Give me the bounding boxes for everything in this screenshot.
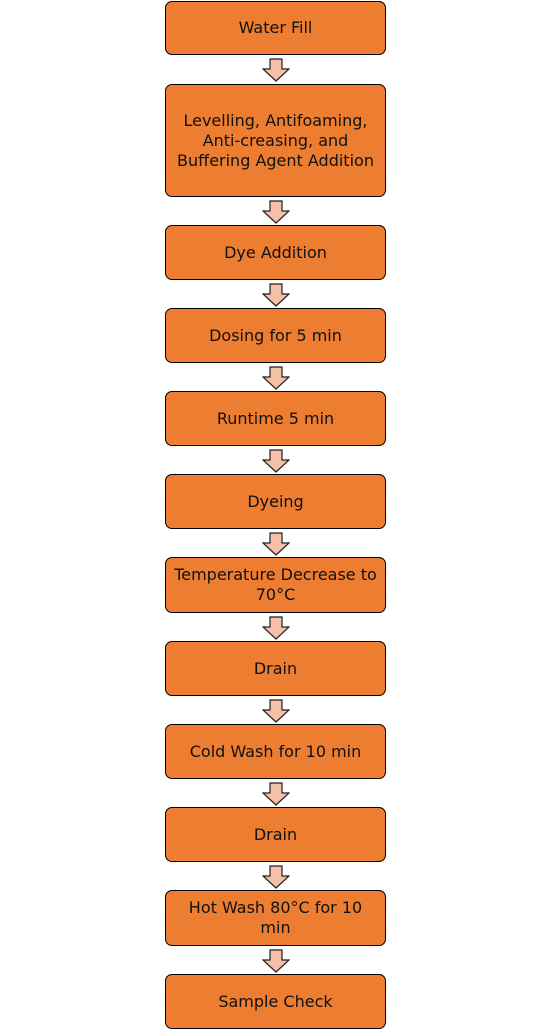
- step-box: Water Fill: [165, 1, 386, 55]
- step-box: Hot Wash 80°C for 10 min: [165, 890, 386, 946]
- down-arrow-icon: [262, 532, 290, 556]
- step-box: Runtime 5 min: [165, 391, 386, 446]
- step-box: Cold Wash for 10 min: [165, 724, 386, 779]
- down-arrow-icon: [262, 616, 290, 640]
- down-arrow-icon: [262, 449, 290, 473]
- down-arrow-icon: [262, 949, 290, 973]
- down-arrow-icon: [262, 283, 290, 307]
- step-box: Levelling, Antifoaming, Anti-creasing, a…: [165, 84, 386, 197]
- step-box: Dosing for 5 min: [165, 308, 386, 363]
- step-box: Dye Addition: [165, 225, 386, 280]
- down-arrow-icon: [262, 699, 290, 723]
- step-box: Sample Check: [165, 974, 386, 1029]
- down-arrow-icon: [262, 58, 290, 82]
- step-box: Drain: [165, 807, 386, 862]
- step-box: Drain: [165, 641, 386, 696]
- step-box: Dyeing: [165, 474, 386, 529]
- down-arrow-icon: [262, 366, 290, 390]
- step-box: Temperature Decrease to 70°C: [165, 557, 386, 613]
- down-arrow-icon: [262, 782, 290, 806]
- down-arrow-icon: [262, 865, 290, 889]
- down-arrow-icon: [262, 200, 290, 224]
